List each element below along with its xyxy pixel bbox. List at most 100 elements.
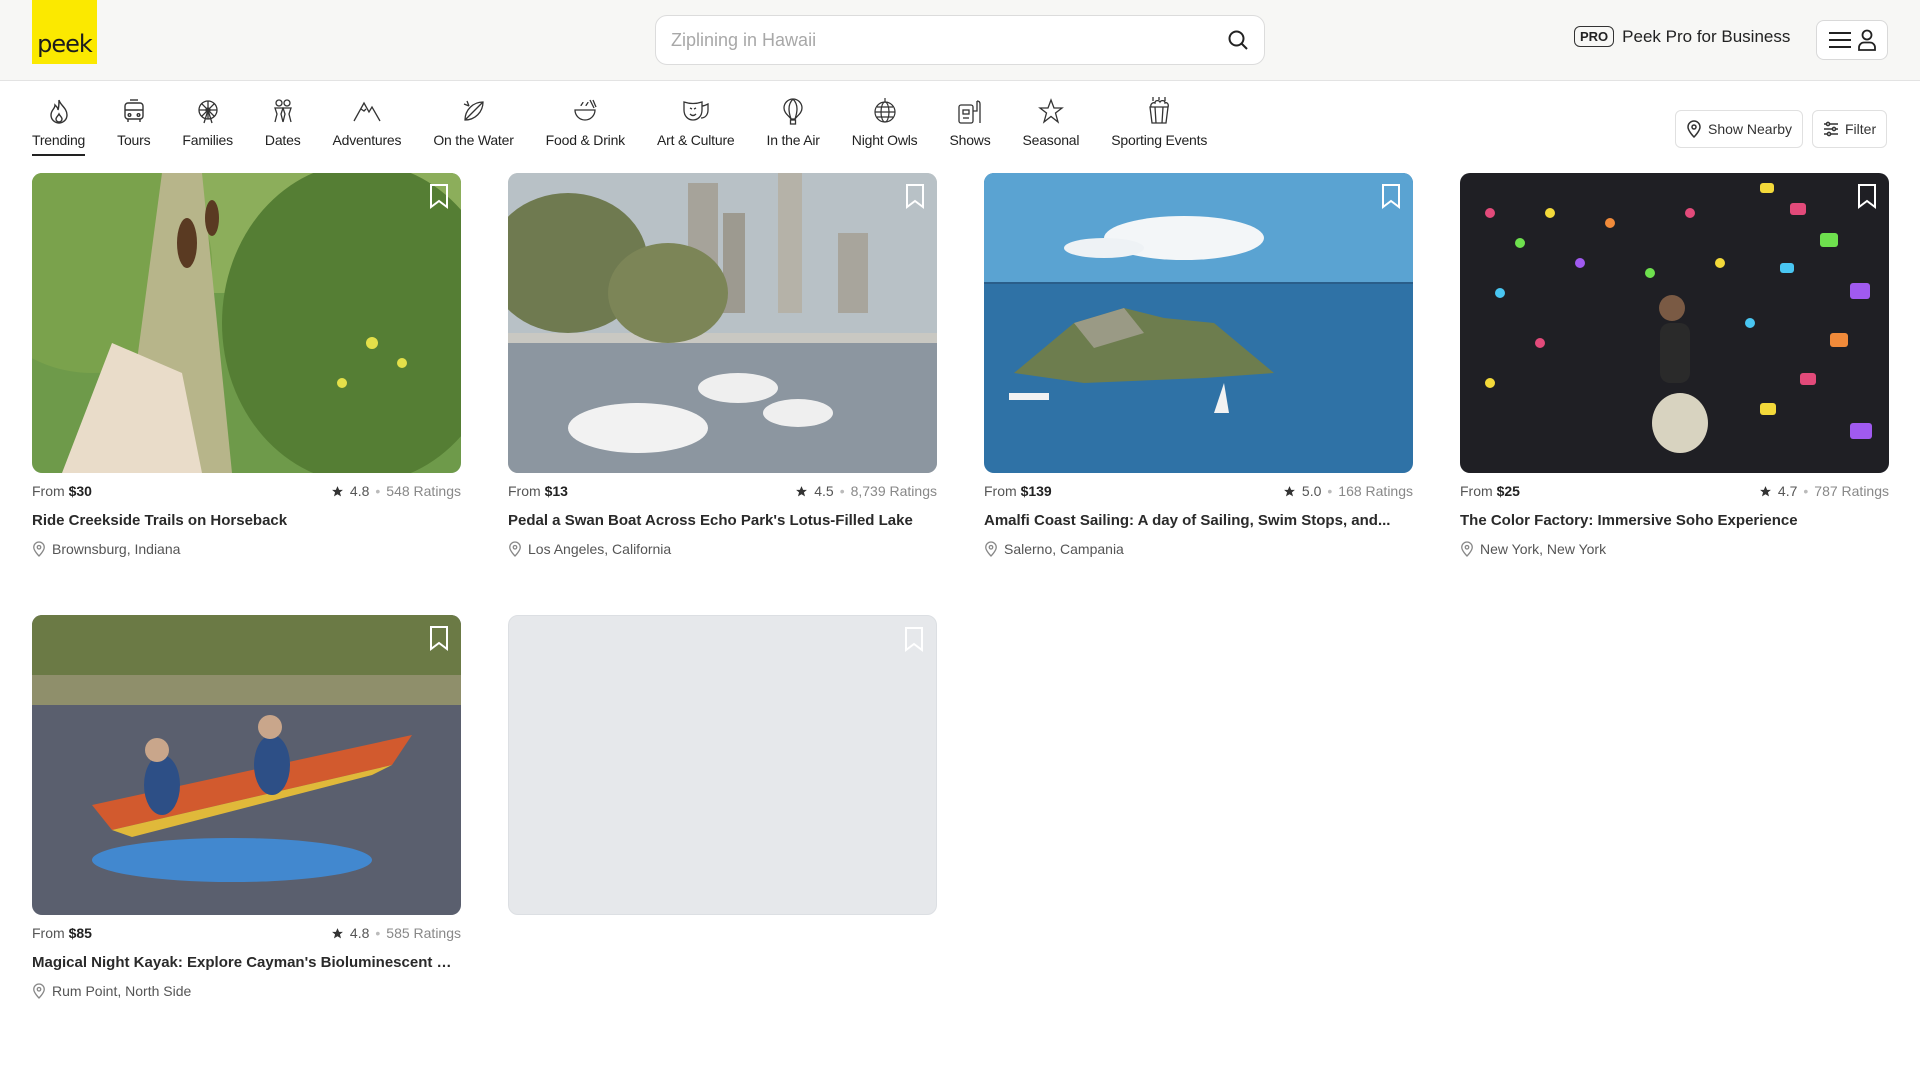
from-label: From [508,483,541,499]
category-food-drink[interactable]: Food & Drink [546,96,625,156]
category-sporting-events[interactable]: Sporting Events [1111,96,1207,156]
bookmark-icon[interactable] [902,626,926,652]
listing-card[interactable]: From $85 4.8 • 585 Ratings Magical Night… [32,615,461,999]
search-bar[interactable] [655,15,1265,65]
category-label: Food & Drink [545,132,625,148]
category-label: Tours [117,132,151,148]
price-rating-row: From $13 4.5 • 8,739 Ratings [508,483,937,499]
location-text: Brownsburg, Indiana [52,541,181,557]
location-pin-icon [33,983,45,999]
category-label: Night Owls [851,132,918,148]
listing-photo[interactable] [508,173,937,473]
surfboard-icon [460,96,488,126]
price: From $30 [32,483,92,499]
listing-location: Brownsburg, Indiana [32,541,461,557]
category-dates[interactable]: Dates [265,96,301,156]
listing-card-placeholder[interactable] [508,615,937,915]
mountain-icon [353,96,381,126]
location-pin-icon [1687,120,1701,138]
star-icon [1037,96,1065,126]
listing-title[interactable]: Amalfi Coast Sailing: A day of Sailing, … [984,512,1413,529]
location-text: Rum Point, North Side [52,983,192,999]
popcorn-icon [1145,96,1173,126]
category-seasonal[interactable]: Seasonal [1023,96,1079,156]
bus-icon [120,96,148,126]
peek-logo[interactable]: peek [32,0,97,64]
pro-badge: PRO [1574,26,1615,47]
location-pin-icon [1461,541,1473,557]
category-in-the-air[interactable]: In the Air [767,96,820,156]
bookmark-icon[interactable] [1379,183,1403,209]
bookmark-icon[interactable] [427,183,451,209]
listing-photo[interactable] [32,615,461,915]
location-pin-icon [985,541,997,557]
location-text: Salerno, Campania [1004,541,1124,557]
location-pin-icon [509,541,521,557]
hot-air-balloon-icon [779,96,807,126]
category-label: In the Air [766,132,820,148]
category-label: Trending [32,132,86,148]
category-label: Sporting Events [1111,132,1208,148]
search-input[interactable] [671,16,1201,64]
pro-label: Peek Pro for Business [1622,26,1791,46]
category-tours[interactable]: Tours [117,96,151,156]
listing-card[interactable]: From $30 4.8 • 548 Ratings Ride Creeksid… [32,173,461,557]
filter-label: Filter [1845,121,1877,137]
ratings-count: 168 Ratings [1338,483,1413,499]
category-shows[interactable]: Shows [949,96,991,156]
listing-title[interactable]: Ride Creekside Trails on Horseback [32,512,461,529]
price-rating-row: From $25 4.7 • 787 Ratings [1460,483,1889,499]
account-menu-button[interactable] [1816,20,1888,60]
category-label: Adventures [332,132,402,148]
listing-photo[interactable] [32,173,461,473]
separator: • [375,483,381,499]
from-label: From [1460,483,1493,499]
listing-location: Salerno, Campania [984,541,1413,557]
listing-photo[interactable] [1460,173,1889,473]
couple-icon [269,96,297,126]
bowl-icon [571,96,599,126]
price-value: $30 [68,483,92,499]
ticket-icon [956,96,984,126]
listing-card[interactable]: From $139 5.0 • 168 Ratings Amalfi Coast… [984,173,1413,557]
rating-value: 5.0 [1301,483,1322,499]
listing-title[interactable]: The Color Factory: Immersive Soho Experi… [1460,512,1889,529]
show-nearby-label: Show Nearby [1708,121,1793,137]
bookmark-icon[interactable] [427,625,451,651]
category-night-owls[interactable]: Night Owls [852,96,918,156]
ferris-wheel-icon [194,96,222,126]
category-families[interactable]: Families [182,96,233,156]
peek-pro-link[interactable]: PRO Peek Pro for Business [1574,26,1790,47]
listing-location: New York, New York [1460,541,1889,557]
bookmark-icon[interactable] [903,183,927,209]
search-icon[interactable] [1226,28,1250,52]
rating-value: 4.8 [349,483,370,499]
category-on-the-water[interactable]: On the Water [433,96,514,156]
filter-button[interactable]: Filter [1812,110,1888,148]
location-text: Los Angeles, California [528,541,672,557]
bookmark-icon[interactable] [1855,183,1879,209]
price-value: $139 [1020,483,1052,499]
sliders-icon [1824,121,1838,137]
listing-card[interactable]: From $25 4.7 • 787 Ratings The Color Fac… [1460,173,1889,557]
category-art-culture[interactable]: Art & Culture [657,96,735,156]
show-nearby-button[interactable]: Show Nearby [1675,110,1804,148]
location-text: New York, New York [1480,541,1607,557]
price-value: $25 [1496,483,1520,499]
price-rating-row: From $85 4.8 • 585 Ratings [32,925,461,941]
logo-text: peek [37,30,93,58]
category-label: Art & Culture [656,132,735,148]
ratings-count: 787 Ratings [1814,483,1889,499]
listing-photo-placeholder[interactable] [508,615,937,915]
listing-title[interactable]: Magical Night Kayak: Explore Cayman's Bi… [32,954,461,971]
category-adventures[interactable]: Adventures [333,96,402,156]
category-trending[interactable]: Trending [32,96,85,156]
theater-mask-icon [682,96,710,126]
category-label: Shows [949,132,991,148]
listing-card[interactable]: From $13 4.5 • 8,739 Ratings Pedal a Swa… [508,173,937,557]
listing-title[interactable]: Pedal a Swan Boat Across Echo Park's Lot… [508,512,937,529]
rating: 5.0 • 168 Ratings [1283,483,1413,499]
rating: 4.8 • 548 Ratings [331,483,461,499]
listing-photo[interactable] [984,173,1413,473]
rating: 4.5 • 8,739 Ratings [795,483,937,499]
